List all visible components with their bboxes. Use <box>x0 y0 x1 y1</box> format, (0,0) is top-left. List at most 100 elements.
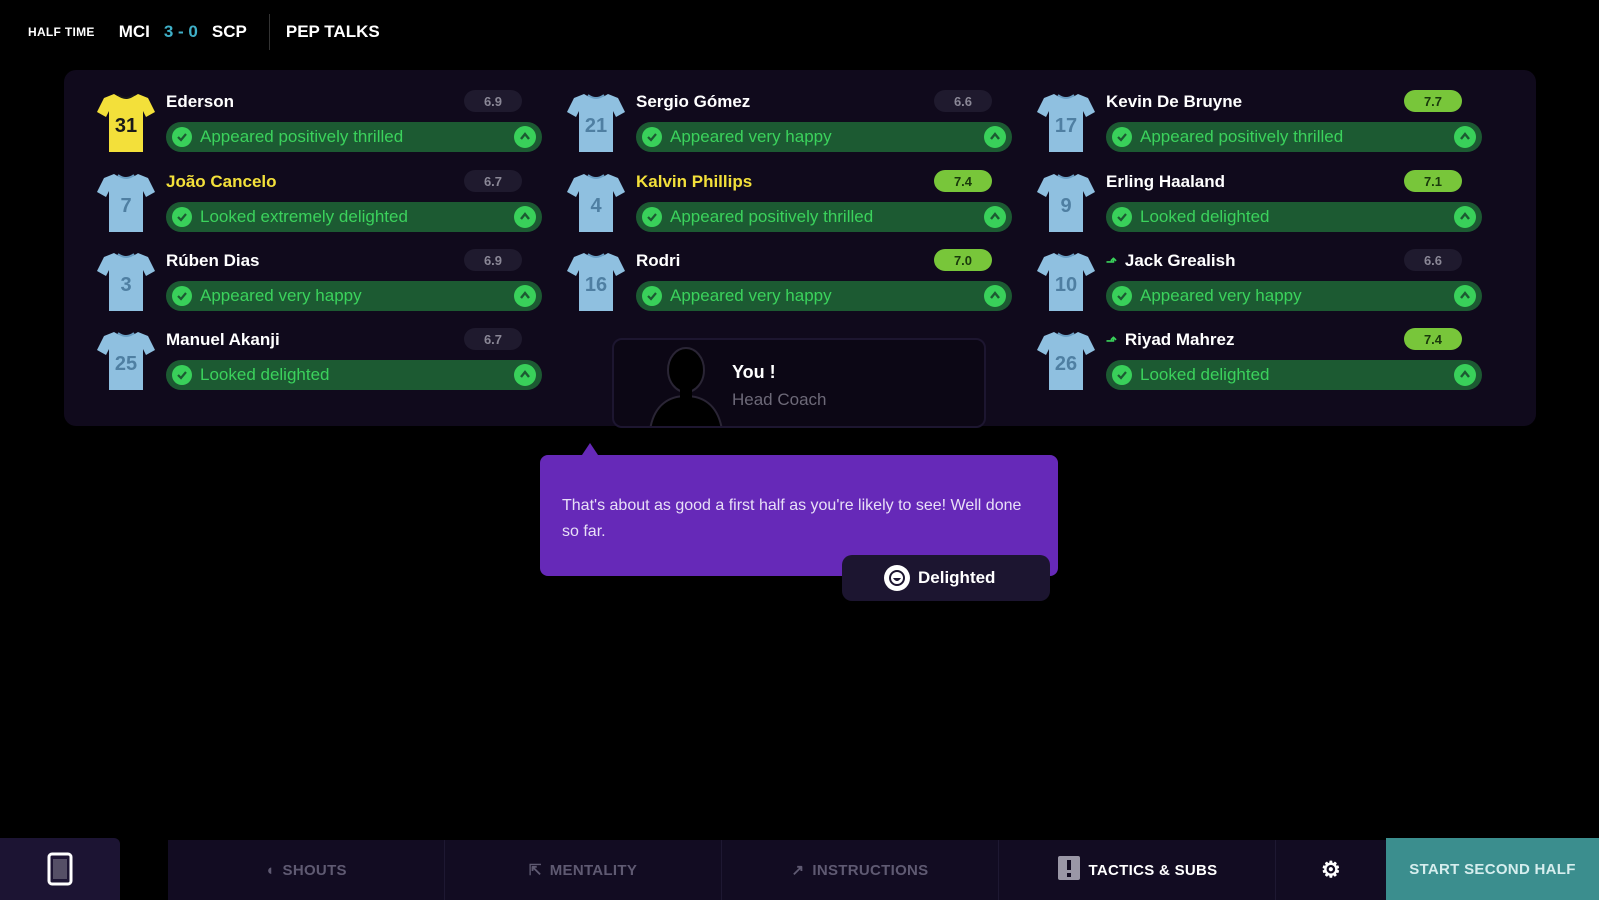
player-name: Rúben Dias <box>166 251 260 270</box>
start-second-half-button[interactable]: START SECOND HALF <box>1386 838 1599 900</box>
check-icon <box>172 286 192 306</box>
reaction-text: Appeared positively thrilled <box>670 207 874 226</box>
player-row[interactable]: 10 ⬏ Jack Grealish 6.6 Appeared very happy <box>1036 249 1486 321</box>
coach-role: Head Coach <box>732 390 827 409</box>
reaction-text: Appeared very happy <box>200 286 362 305</box>
phone-icon <box>47 852 73 886</box>
reaction-text: Appeared very happy <box>1140 286 1302 305</box>
away-team: SCP <box>211 22 247 41</box>
player-row[interactable]: 31 Ederson 6.9 Appeared positively thrilled <box>96 90 546 162</box>
mentality-button[interactable]: ⇱ MENTALITY <box>445 840 722 900</box>
check-icon <box>1112 127 1132 147</box>
player-name: Manuel Akanji <box>166 330 280 349</box>
match-controls: ◖ SHOUTS ⇱ MENTALITY ↗ INSTRUCTIONS TACT… <box>168 840 1386 900</box>
player-reaction: Appeared positively thrilled <box>636 202 1012 232</box>
shirt-icon: 25 <box>97 332 155 390</box>
morale-up-icon <box>1454 126 1476 148</box>
tactics-subs-label: TACTICS & SUBS <box>1088 861 1218 879</box>
team-talk-text: That's about as good a first half as you… <box>562 497 1022 540</box>
check-icon <box>172 207 192 227</box>
player-rating: 6.7 <box>464 328 522 350</box>
match-header: HALF TIME MCI 3 - 0 SCP PEP TALKS <box>0 0 1599 64</box>
shirt-number: 21 <box>585 115 607 137</box>
player-rating: 6.9 <box>464 249 522 271</box>
morale-up-icon <box>514 126 536 148</box>
player-row[interactable]: 9 Erling Haaland 7.1 Looked delighted <box>1036 170 1486 242</box>
player-rating: 7.4 <box>1404 328 1462 350</box>
player-row[interactable]: 16 Rodri 7.0 Appeared very happy <box>566 249 1016 321</box>
shirt-icon: 4 <box>567 174 625 232</box>
player-reaction: Appeared very happy <box>166 281 542 311</box>
megaphone-icon: ◖ <box>265 861 275 879</box>
delighted-face-icon <box>884 565 910 591</box>
morale-up-icon <box>984 126 1006 148</box>
player-row[interactable]: 7 João Cancelo 6.7 Looked extremely delight… <box>96 170 546 242</box>
coach-card: You ! Head Coach <box>612 338 986 428</box>
player-name: ⬏ Riyad Mahrez <box>1106 330 1235 349</box>
player-name: Kalvin Phillips <box>636 172 753 191</box>
check-icon <box>172 127 192 147</box>
shouts-label: SHOUTS <box>282 861 347 879</box>
bottom-bar: ◖ SHOUTS ⇱ MENTALITY ↗ INSTRUCTIONS TACT… <box>0 838 1599 900</box>
player-rating: 7.4 <box>934 170 992 192</box>
player-reaction: Appeared positively thrilled <box>166 122 542 152</box>
player-row[interactable]: 17 Kevin De Bruyne 7.7 Appeared positively … <box>1036 90 1486 162</box>
reaction-text: Appeared very happy <box>670 127 832 146</box>
shirt-icon: 10 <box>1037 253 1095 311</box>
shirt-number: 16 <box>585 274 607 296</box>
tactics-subs-button[interactable]: TACTICS & SUBS <box>999 840 1276 900</box>
check-icon <box>642 286 662 306</box>
player-reaction: Looked extremely delighted <box>166 202 542 232</box>
player-reaction: Appeared very happy <box>636 122 1012 152</box>
morale-up-icon <box>514 206 536 228</box>
player-reaction: Looked delighted <box>1106 202 1482 232</box>
player-rating: 6.6 <box>1404 249 1462 271</box>
reaction-text: Looked delighted <box>1140 365 1270 384</box>
match-settings-button[interactable]: ⚙ <box>1276 840 1386 900</box>
match-score: 3 - 0 <box>163 22 198 41</box>
shirt-number: 26 <box>1055 353 1077 375</box>
player-rating: 7.0 <box>934 249 992 271</box>
player-row[interactable]: 3 Rúben Dias 6.9 Appeared very happy <box>96 249 546 321</box>
player-row[interactable]: 26 ⬏ Riyad Mahrez 7.4 Looked delighted <box>1036 328 1486 400</box>
reaction-text: Looked delighted <box>1140 207 1270 226</box>
shirt-icon: 26 <box>1037 332 1095 390</box>
shirt-icon: 17 <box>1037 94 1095 152</box>
shirt-number: 4 <box>590 195 602 217</box>
header-divider <box>268 14 270 50</box>
player-row[interactable]: 4 Kalvin Phillips 7.4 Appeared positively t… <box>566 170 1016 242</box>
player-reaction: Looked delighted <box>1106 360 1482 390</box>
tactics-board-icon <box>1057 855 1081 885</box>
player-rating: 6.9 <box>464 90 522 112</box>
shirt-icon: 9 <box>1037 174 1095 232</box>
reaction-text: Appeared positively thrilled <box>200 127 404 146</box>
shirt-number: 7 <box>120 195 131 217</box>
shirt-number: 3 <box>120 274 131 296</box>
substitute-icon: ⬏ <box>1106 333 1117 348</box>
instructions-button[interactable]: ↗ INSTRUCTIONS <box>722 840 999 900</box>
check-icon <box>1112 286 1132 306</box>
shouts-button[interactable]: ◖ SHOUTS <box>168 840 445 900</box>
check-icon <box>642 127 662 147</box>
shirt-number: 9 <box>1060 195 1071 217</box>
shirt-icon: 16 <box>567 253 625 311</box>
mentality-icon: ⇱ <box>528 862 542 879</box>
player-row[interactable]: 21 Sergio Gómez 6.6 Appeared very happy <box>566 90 1016 162</box>
shirt-number: 17 <box>1055 115 1077 137</box>
player-rating: 6.7 <box>464 170 522 192</box>
morale-up-icon <box>514 364 536 386</box>
player-row[interactable]: 25 Manuel Akanji 6.7 Looked delighted <box>96 328 546 400</box>
phone-button[interactable] <box>0 838 120 900</box>
check-icon <box>172 365 192 385</box>
player-name: ⬏ Jack Grealish <box>1106 251 1236 270</box>
player-name: Kevin De Bruyne <box>1106 92 1243 111</box>
morale-up-icon <box>1454 364 1476 386</box>
shirt-number: 25 <box>115 353 137 375</box>
reaction-text: Looked extremely delighted <box>200 207 408 226</box>
mentality-label: MENTALITY <box>549 861 638 879</box>
speech-bubble-tail <box>582 443 598 455</box>
morale-up-icon <box>514 285 536 307</box>
player-name: Ederson <box>166 92 235 111</box>
instructions-label: INSTRUCTIONS <box>812 861 929 879</box>
gear-icon: ⚙ <box>1320 857 1342 882</box>
